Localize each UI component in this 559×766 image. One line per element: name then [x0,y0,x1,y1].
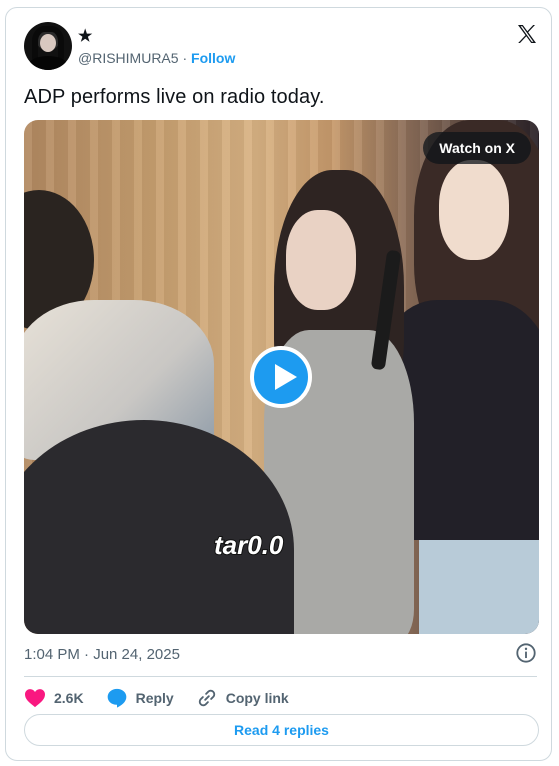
read-replies-button[interactable]: Read 4 replies [24,714,539,746]
person-right-jeans [419,540,539,634]
timestamp[interactable]: 1:04 PM · Jun 24, 2025 [24,646,180,663]
speech-bubble-icon [107,688,126,708]
info-icon[interactable] [515,642,537,664]
avatar-face [40,34,56,52]
display-name[interactable]: ★ [78,26,92,46]
like-count: 2.6K [54,690,84,706]
reply-button[interactable]: Reply [106,687,174,709]
follow-button[interactable]: Follow [191,50,235,66]
person-right-face [439,160,509,260]
tweet-text: ADP performs live on radio today. [24,86,325,108]
avatar-body [28,56,68,70]
reply-label: Reply [135,690,174,706]
user-handle[interactable]: @RISHIMURA5 [78,50,179,66]
link-icon [198,689,215,707]
divider [24,676,537,677]
like-button[interactable]: 2.6K [24,688,84,708]
video-player[interactable]: Watch on X tar0.0 [24,120,539,634]
copy-link-label: Copy link [225,690,289,706]
handle-row: @RISHIMURA5 · Follow [78,50,235,66]
x-logo-icon[interactable] [515,22,539,46]
copy-link-button[interactable]: Copy link [196,687,289,709]
person-middle-face [286,210,356,310]
tweet-card: ★ @RISHIMURA5 · Follow ADP performs live… [5,7,552,761]
avatar[interactable] [24,22,72,70]
action-bar: 2.6K Reply Copy link [24,684,289,712]
play-icon[interactable] [250,346,312,408]
heart-icon [25,689,45,708]
video-watermark: tar0.0 [213,529,284,561]
watch-on-x-button[interactable]: Watch on X [423,132,531,164]
separator-dot: · [182,50,188,66]
